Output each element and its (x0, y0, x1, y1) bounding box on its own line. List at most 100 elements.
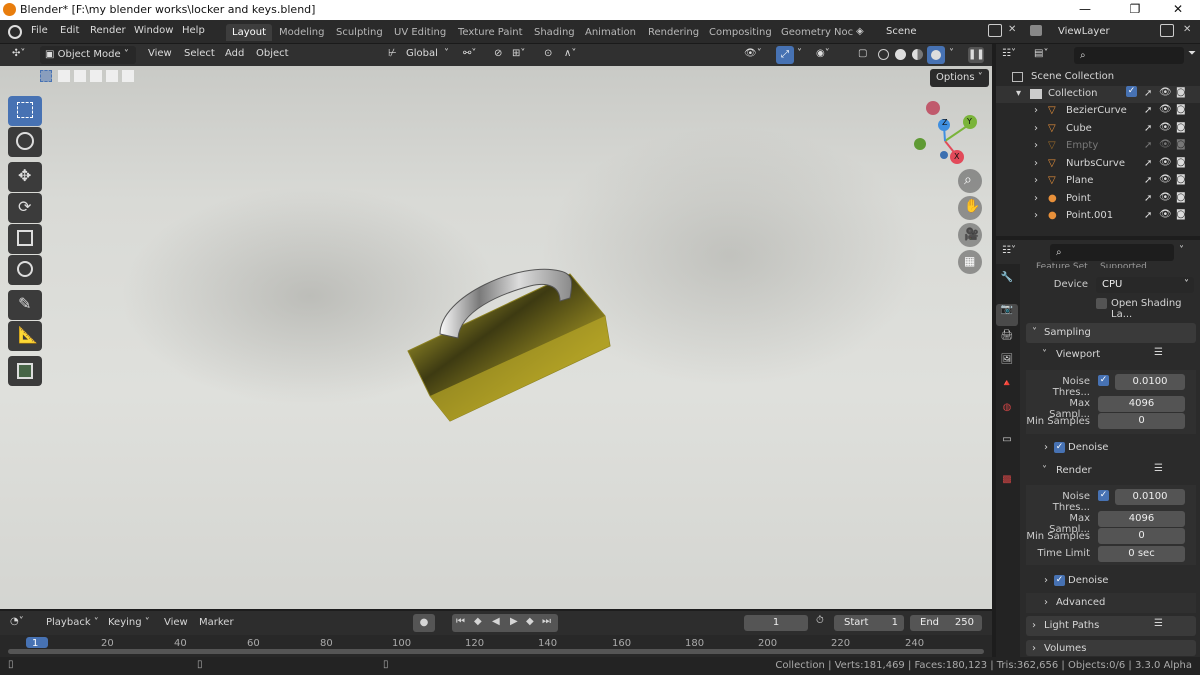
menu-object[interactable]: Object (256, 48, 289, 59)
xray-icon[interactable]: ▢ (858, 48, 867, 59)
record-button[interactable]: ● (413, 614, 435, 632)
timeline-view-menu[interactable]: View (164, 617, 188, 628)
collection-tab-icon[interactable]: ▭ (996, 434, 1018, 456)
tab-animation[interactable]: Animation (579, 24, 642, 41)
row-selectable-icon[interactable]: ➚ (1144, 123, 1152, 134)
annotate-tool[interactable]: ✎ (8, 290, 42, 320)
row-selectable-icon[interactable]: ➚ (1144, 158, 1152, 169)
render-camera-icon[interactable]: ◙ (1176, 87, 1186, 98)
select-extend-icon[interactable] (74, 70, 86, 82)
render-noise-field[interactable]: 0.0100 (1115, 489, 1185, 505)
outliner-row-object[interactable]: › ▽ Plane ➚ 👁 ◙ (996, 173, 1200, 190)
render-tab-icon[interactable]: 📷 (996, 304, 1018, 326)
selectable-icon[interactable]: ➚ (1144, 88, 1152, 99)
end-frame-field[interactable]: End 250 (910, 615, 982, 631)
object-mode-dropdown[interactable]: ▣ Object Mode ˅ (40, 46, 136, 64)
play-reverse-icon[interactable]: ◀ (492, 616, 500, 627)
row-expand-chevron-icon[interactable]: › (1034, 193, 1038, 204)
open-shading-checkbox[interactable] (1096, 298, 1107, 309)
scene-tab-icon[interactable]: 🔺 (996, 378, 1018, 400)
gizmo-chevron-icon[interactable]: ˅ (797, 48, 802, 59)
row-visibility-eye-icon[interactable]: 👁 (1159, 192, 1172, 203)
texture-tab-icon[interactable]: ▩ (996, 474, 1018, 496)
outliner-search-input[interactable]: ⌕ (1074, 47, 1184, 64)
output-tab-icon[interactable]: 🖨 (996, 330, 1018, 352)
row-visibility-eye-icon[interactable]: 👁 (1159, 174, 1172, 185)
wireframe-shading-icon[interactable] (878, 49, 889, 60)
row-render-camera-icon[interactable]: ◙ (1176, 122, 1186, 133)
scene-selector[interactable]: Scene (880, 23, 978, 40)
visibility-eye-icon[interactable]: 👁 (1159, 87, 1172, 98)
properties-chevron-icon[interactable]: ˅ (1179, 245, 1184, 256)
snap-target-icon[interactable]: ⊞˅ (512, 48, 525, 59)
current-frame-field[interactable]: 1 (744, 615, 808, 631)
delete-view-layer-icon[interactable]: ✕ (1183, 24, 1191, 35)
timeline-scrollbar[interactable] (8, 649, 984, 654)
viewport-denoise-checkbox[interactable]: ✓ (1054, 442, 1065, 454)
perspective-toggle-button[interactable]: ▦ (958, 250, 982, 274)
row-expand-chevron-icon[interactable]: › (1034, 175, 1038, 186)
tab-sculpting[interactable]: Sculpting (330, 24, 389, 41)
select-box-tool[interactable] (8, 96, 42, 126)
transform-tool[interactable] (8, 255, 42, 285)
jump-end-icon[interactable]: ⏭ (542, 616, 551, 627)
menu-add[interactable]: Add (225, 48, 244, 59)
cursor-tool[interactable] (8, 127, 42, 157)
outliner-editor-icon[interactable]: ☷˅ (1002, 48, 1016, 59)
select-subtract-icon[interactable] (90, 70, 102, 82)
view-layer-selector[interactable]: ViewLayer (1052, 23, 1152, 40)
editor-type-icon[interactable]: ✣˅ (12, 48, 25, 59)
viewport-denoise-row[interactable]: › ✓ Denoise (1040, 440, 1190, 458)
row-render-camera-icon[interactable]: ◙ (1176, 139, 1186, 150)
display-mode-icon[interactable]: ▤˅ (1034, 48, 1048, 59)
jump-start-icon[interactable]: ⏮ (456, 616, 465, 627)
viewport-min-samples-field[interactable]: 0 (1098, 413, 1185, 429)
row-render-camera-icon[interactable]: ◙ (1176, 157, 1186, 168)
menu-select[interactable]: Select (184, 48, 215, 59)
row-selectable-icon[interactable]: ➚ (1144, 105, 1152, 116)
tab-geometry-nodes[interactable]: Geometry Noc (775, 24, 859, 41)
menu-help[interactable]: Help (182, 25, 205, 36)
render-denoise-row[interactable]: › ✓ Denoise (1040, 573, 1190, 591)
outliner-row-object[interactable]: › ▽ BezierCurve ➚ 👁 ◙ (996, 103, 1200, 120)
sampling-panel-header[interactable]: ˅ Sampling (1026, 323, 1196, 343)
material-shading-icon[interactable] (912, 49, 923, 60)
scale-tool[interactable] (8, 224, 42, 254)
render-subpanel-header[interactable]: ˅ Render ☰ (1026, 461, 1196, 481)
menu-render[interactable]: Render (90, 25, 126, 36)
expand-chevron-icon[interactable]: ▾ (1016, 88, 1021, 99)
row-visibility-eye-icon[interactable]: 👁 (1159, 104, 1172, 115)
outliner-row-object[interactable]: › ● Point.001 ➚ 👁 ◙ (996, 208, 1200, 225)
row-visibility-eye-icon[interactable]: 👁 (1159, 209, 1172, 220)
keying-menu[interactable]: Keying ˅ (108, 617, 150, 628)
outliner-row-object[interactable]: › ▽ Cube ➚ 👁 ◙ (996, 121, 1200, 138)
row-expand-chevron-icon[interactable]: › (1034, 210, 1038, 221)
viewport-presets-icon[interactable]: ☰ (1154, 347, 1163, 358)
row-selectable-icon[interactable]: ➚ (1144, 175, 1152, 186)
outliner-row-collection[interactable]: ▾ Collection ✓ ➚ 👁 ◙ (996, 86, 1200, 103)
light-paths-panel-header[interactable]: › Light Paths ☰ (1026, 616, 1196, 636)
row-visibility-eye-icon[interactable]: 👁 (1159, 157, 1172, 168)
maximize-button[interactable]: ❐ (1112, 0, 1158, 20)
properties-search-input[interactable]: ⌕ (1050, 244, 1174, 261)
stopwatch-icon[interactable]: ⏱ (816, 615, 824, 626)
new-scene-icon[interactable] (988, 24, 1002, 37)
tool-tab-icon[interactable]: 🔧 (996, 272, 1018, 294)
outliner-row-object[interactable]: › ▽ Empty ➚ 👁 ◙ (996, 138, 1200, 155)
tab-uv-editing[interactable]: UV Editing (388, 24, 452, 41)
tab-shading[interactable]: Shading (528, 24, 581, 41)
rotate-tool[interactable]: ⟳ (8, 193, 42, 223)
3d-viewport[interactable]: Options ˅ ✥ ⟳ ✎ 📐 Z Y X ⌕ ✋ 🎥 ▦ (0, 66, 992, 609)
next-keyframe-icon[interactable]: ◆ (526, 616, 534, 627)
row-render-camera-icon[interactable]: ◙ (1176, 192, 1186, 203)
pivot-icon[interactable]: ⚯˅ (463, 48, 476, 59)
tab-modeling[interactable]: Modeling (273, 24, 331, 41)
proportional-edit-icon[interactable]: ⊙ (544, 48, 552, 59)
overlay-icon[interactable]: ◉˅ (816, 48, 830, 59)
row-expand-chevron-icon[interactable]: › (1034, 105, 1038, 116)
render-max-samples-field[interactable]: 4096 (1098, 511, 1185, 527)
row-render-camera-icon[interactable]: ◙ (1176, 209, 1186, 220)
marker-menu[interactable]: Marker (199, 617, 234, 628)
tab-rendering[interactable]: Rendering (642, 24, 705, 41)
prev-keyframe-icon[interactable]: ◆ (474, 616, 482, 627)
